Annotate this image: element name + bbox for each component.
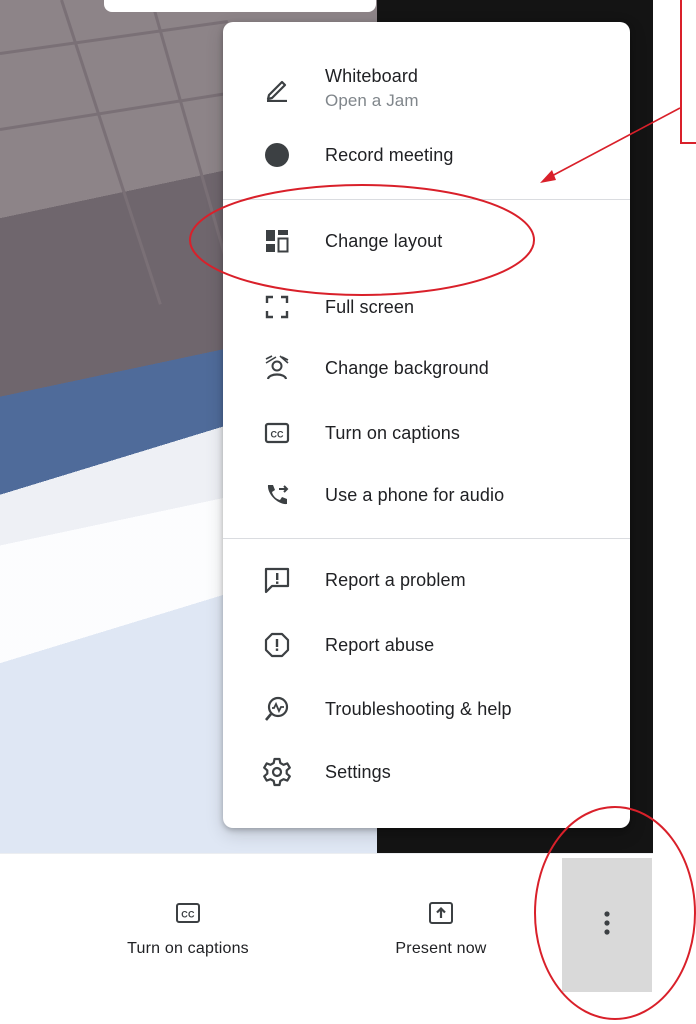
menu-item-label: Full screen (325, 296, 415, 317)
more-options-menu: Whiteboard Open a Jam Record meeting Cha… (223, 22, 630, 828)
pencil-icon (259, 70, 295, 106)
menu-item-whiteboard[interactable]: Whiteboard Open a Jam (223, 55, 630, 121)
menu-item-label: Settings (325, 761, 391, 782)
menu-item-troubleshooting-help[interactable]: Troubleshooting & help (223, 678, 630, 740)
menu-item-record-meeting[interactable]: Record meeting (223, 124, 630, 186)
gear-icon (259, 754, 295, 790)
svg-text:CC: CC (271, 430, 284, 440)
captions-button-label: Turn on captions (127, 940, 249, 957)
menu-item-label: Report abuse (325, 634, 435, 655)
captions-button[interactable]: CC Turn on captions (93, 874, 283, 984)
menu-item-label: Turn on captions (325, 422, 461, 443)
ceiling-line (0, 20, 228, 55)
menu-item-label: Change background (325, 357, 489, 378)
menu-item-label: Record meeting (325, 144, 454, 165)
menu-item-report-problem[interactable]: Report a problem (223, 549, 630, 611)
present-screen-icon (428, 900, 454, 926)
menu-item-change-layout[interactable]: Change layout (223, 210, 630, 272)
fullscreen-icon (259, 289, 295, 325)
troubleshoot-icon (259, 691, 295, 727)
menu-item-label: Change layout (325, 230, 443, 251)
phone-transfer-icon (259, 477, 295, 513)
cc-icon: CC (175, 900, 201, 926)
menu-item-report-abuse[interactable]: Report abuse (223, 614, 630, 676)
top-card (104, 0, 376, 12)
menu-item-turn-on-captions[interactable]: CC Turn on captions (223, 402, 630, 464)
menu-divider (223, 538, 630, 539)
menu-item-settings[interactable]: Settings (223, 741, 630, 803)
background-person-icon (259, 350, 295, 386)
menu-divider (223, 199, 630, 200)
present-now-label: Present now (395, 940, 487, 957)
ceiling-line (0, 92, 228, 131)
feedback-icon (259, 562, 295, 598)
cc-icon: CC (259, 415, 295, 451)
annotation-callout-box (680, 0, 696, 144)
menu-item-label: Troubleshooting & help (325, 698, 512, 719)
menu-item-label: Whiteboard (325, 65, 419, 86)
more-options-button[interactable] (562, 858, 652, 992)
menu-item-use-phone-for-audio[interactable]: Use a phone for audio (223, 464, 630, 526)
svg-text:CC: CC (181, 910, 195, 920)
bottom-toolbar: CC Turn on captions Present now (0, 853, 653, 1024)
ceiling-line (60, 0, 162, 305)
more-vert-icon (603, 910, 611, 941)
record-dot-icon (259, 137, 295, 173)
menu-item-full-screen[interactable]: Full screen (223, 276, 630, 338)
menu-item-sublabel: Open a Jam (325, 90, 419, 110)
menu-item-label: Use a phone for audio (325, 484, 505, 505)
present-now-button[interactable]: Present now (346, 874, 536, 984)
layout-grid-icon (259, 223, 295, 259)
menu-item-label: Report a problem (325, 569, 466, 590)
alert-octagon-icon (259, 627, 295, 663)
menu-item-change-background[interactable]: Change background (223, 337, 630, 399)
